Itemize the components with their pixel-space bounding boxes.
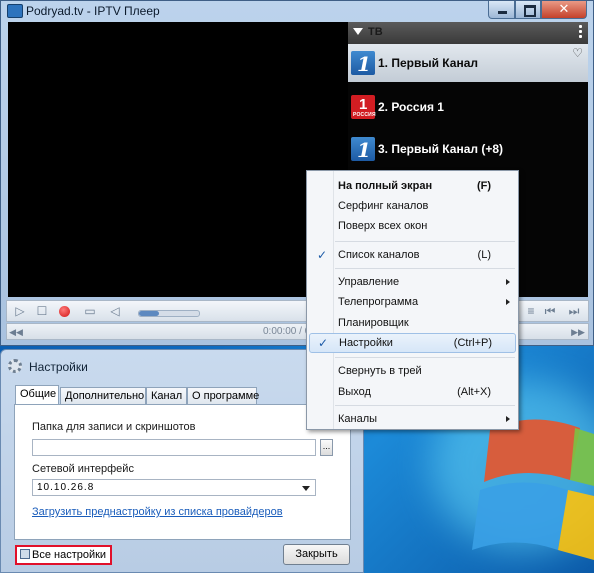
dropdown-arrow-icon	[302, 486, 310, 491]
close-button[interactable]: Закрыть	[283, 544, 350, 565]
check-icon: ✓	[317, 248, 328, 262]
tab-about[interactable]: О программе	[187, 387, 259, 404]
channel-name: 2. Россия 1	[378, 100, 444, 114]
channel-logo: 1	[351, 137, 375, 162]
menu-item-fullscreen[interactable]: На полный экран (F)	[309, 176, 516, 196]
folder-label: Папка для записи и скриншотов	[32, 421, 196, 433]
more-options-icon[interactable]	[579, 25, 582, 40]
browse-button[interactable]: ...	[320, 439, 333, 456]
folder-icon[interactable]: ▭	[83, 304, 97, 318]
maximize-button[interactable]	[515, 1, 541, 19]
menu-item-minimize-tray[interactable]: Свернуть в трей	[309, 361, 516, 381]
context-menu: На полный экран (F) Серфинг каналов Повер…	[306, 170, 519, 430]
tab-general[interactable]: Общие	[15, 385, 59, 404]
collapse-triangle-icon[interactable]	[353, 28, 363, 35]
prev-channel-icon[interactable]: ⏮	[543, 304, 557, 318]
play-icon[interactable]: ▷	[13, 304, 27, 318]
menu-separator	[335, 268, 515, 269]
menu-item-settings[interactable]: ✓ Настройки (Ctrl+P)	[309, 333, 516, 353]
tab-channel[interactable]: Канал	[146, 387, 187, 404]
check-icon: ✓	[318, 336, 329, 350]
menu-item-channel-list[interactable]: ✓ Список каналов (L)	[309, 245, 516, 265]
stop-icon[interactable]: ☐	[35, 304, 49, 318]
time-readout: 0:00:00 / 0	[263, 326, 311, 337]
menu-item-exit[interactable]: Выход (Alt+X)	[309, 382, 516, 402]
close-window-button[interactable]: ✕	[541, 1, 587, 19]
dialog-title: Настройки	[29, 360, 88, 374]
gear-icon	[8, 359, 22, 373]
next-channel-icon[interactable]: ⏭	[567, 304, 581, 318]
menu-item-control[interactable]: Управление	[309, 272, 516, 292]
channel-item[interactable]: 1 3. Первый Канал (+8)	[348, 130, 588, 168]
minimize-button[interactable]	[488, 1, 515, 19]
submenu-arrow-icon	[506, 279, 510, 285]
channel-item[interactable]: 1 1. Первый Канал ♡	[348, 44, 588, 82]
menu-item-surfing[interactable]: Серфинг каналов	[309, 196, 516, 216]
tab-advanced[interactable]: Дополнительно	[60, 387, 146, 404]
channel-name: 3. Первый Канал (+8)	[378, 142, 504, 156]
title-bar[interactable]: Podryad.tv - IPTV Плеер ✕	[1, 1, 593, 21]
rewind-icon[interactable]: ◀◀	[9, 325, 23, 339]
favorite-heart-icon[interactable]: ♡	[572, 46, 583, 60]
channel-logo: 1	[351, 51, 375, 76]
folder-path-input[interactable]	[32, 439, 316, 456]
submenu-arrow-icon	[506, 416, 510, 422]
all-settings-button[interactable]: Все настройки	[15, 545, 113, 565]
channel-logo: 1 РОССИЯ	[351, 95, 376, 119]
menu-item-tv-guide[interactable]: Телепрограмма	[309, 292, 516, 312]
provider-preset-link[interactable]: Загрузить преднастройку из списка провай…	[32, 506, 283, 518]
menu-separator	[335, 357, 515, 358]
interface-label: Сетевой интерфейс	[32, 463, 134, 475]
menu-item-channels[interactable]: Каналы	[309, 409, 516, 429]
channel-group-label: ТВ	[368, 26, 383, 38]
tv-app-icon	[7, 4, 23, 18]
volume-slider[interactable]	[138, 310, 200, 317]
window-title: Podryad.tv - IPTV Плеер	[26, 4, 160, 18]
playlist-icon[interactable]: ≡	[524, 304, 538, 318]
all-settings-label: Все настройки	[32, 549, 107, 561]
network-interface-select[interactable]: 10.10.26.8	[32, 479, 316, 496]
settings-square-icon	[20, 549, 30, 559]
selected-interface: 10.10.26.8	[37, 482, 95, 493]
channel-group-header[interactable]: ТВ	[348, 22, 588, 44]
channel-item[interactable]: 1 РОССИЯ 2. Россия 1	[348, 88, 588, 126]
channel-name: 1. Первый Канал	[378, 56, 478, 70]
menu-item-scheduler[interactable]: Планировщик	[309, 313, 516, 333]
menu-separator	[335, 405, 515, 406]
menu-item-always-on-top[interactable]: Поверх всех окон	[309, 216, 516, 236]
menu-separator	[335, 241, 515, 242]
forward-icon[interactable]: ▶▶	[571, 325, 585, 339]
volume-icon[interactable]: ◁	[108, 304, 122, 318]
record-icon[interactable]	[59, 306, 70, 317]
submenu-arrow-icon	[506, 299, 510, 305]
video-area[interactable]	[8, 22, 348, 297]
